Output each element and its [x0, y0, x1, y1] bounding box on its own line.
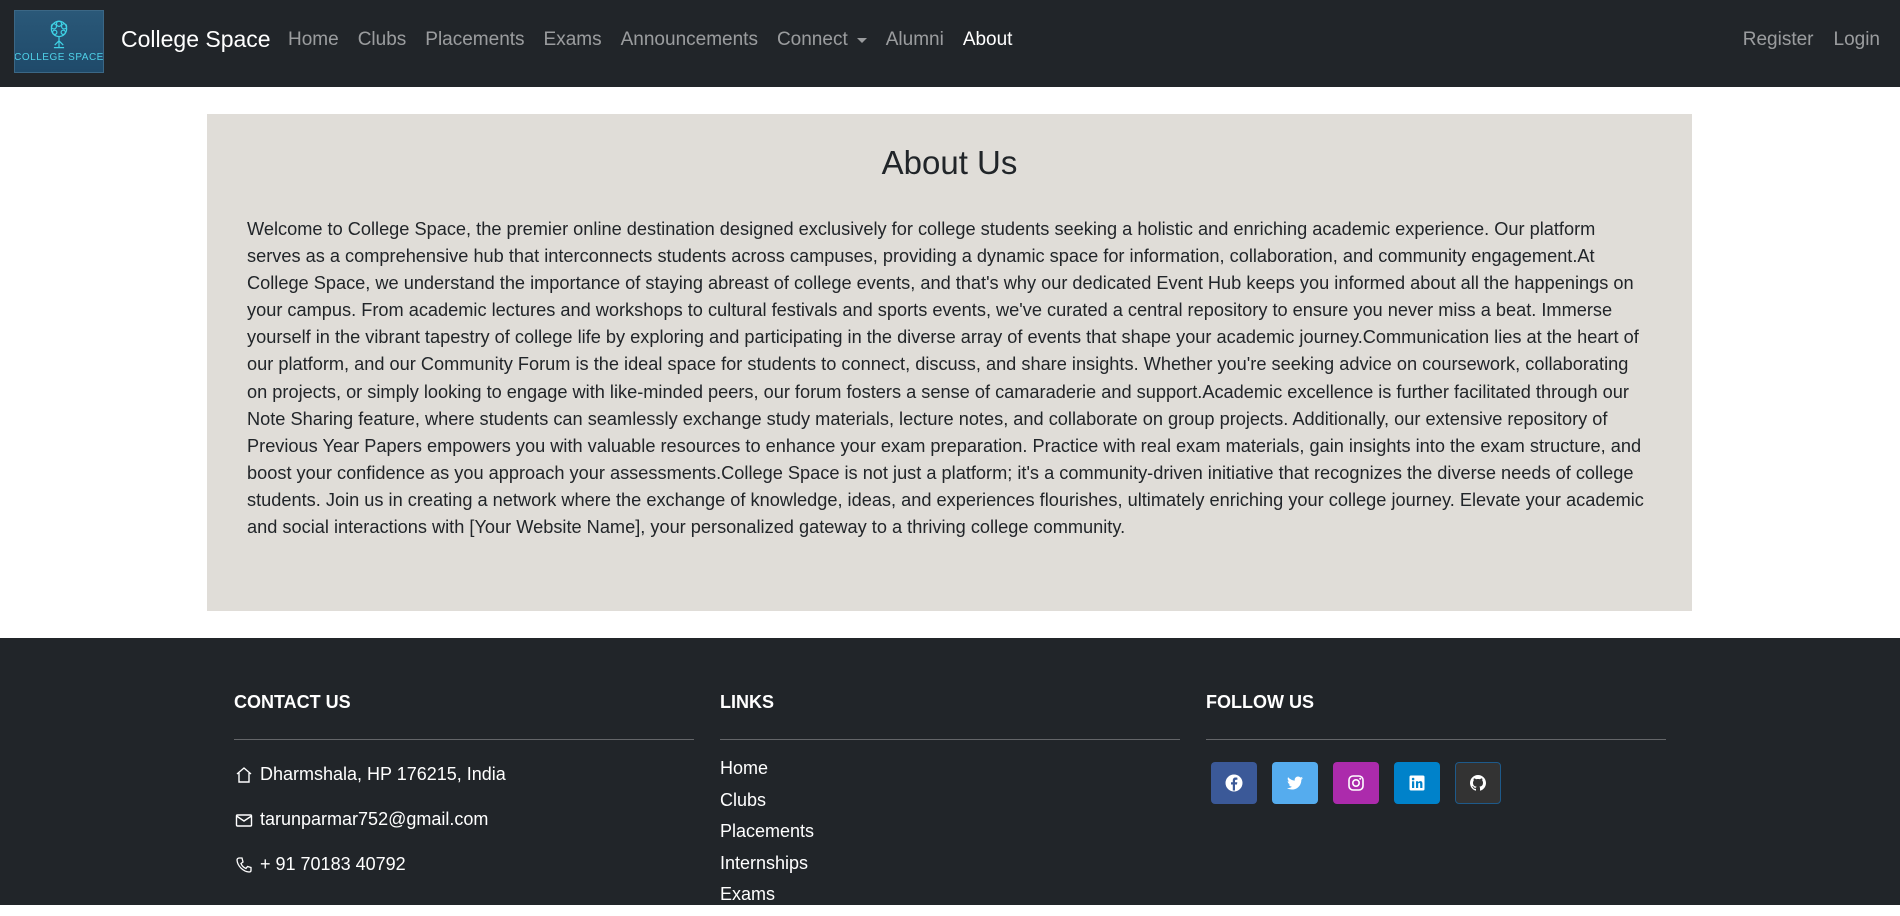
brand-logo[interactable]: COLLEGE SPACE [14, 10, 104, 73]
contact-phone: + 91 70183 40792 [234, 842, 694, 887]
home-icon [236, 766, 252, 783]
login-link[interactable]: Login [1834, 29, 1881, 51]
logo-text: COLLEGE SPACE [14, 51, 104, 63]
linkedin-icon [1409, 775, 1425, 791]
footer-follow-column: FOLLOW US [1206, 692, 1666, 804]
twitter-button[interactable] [1272, 762, 1318, 804]
instagram-button[interactable] [1333, 762, 1379, 804]
nav-announcements[interactable]: Announcements [621, 29, 758, 51]
contact-phone-text: + 91 70183 40792 [260, 854, 406, 874]
envelope-icon [235, 813, 253, 827]
footer-link-home[interactable]: Home [720, 758, 1180, 790]
contact-email: tarunparmar752@gmail.com [234, 797, 694, 842]
instagram-icon [1348, 775, 1364, 791]
contact-heading: CONTACT US [234, 692, 694, 740]
main-nav: Home Clubs Placements Exams Announcement… [288, 29, 1031, 51]
footer-link-placements[interactable]: Placements [720, 821, 1180, 853]
nav-about[interactable]: About [963, 29, 1013, 51]
caret-down-icon [856, 37, 867, 43]
tree-logo-icon [50, 20, 68, 48]
contact-email-text: tarunparmar752@gmail.com [260, 809, 489, 829]
footer-link-clubs[interactable]: Clubs [720, 790, 1180, 822]
github-button[interactable] [1455, 762, 1501, 804]
footer-links-column: LINKS Home Clubs Placements Internships … [720, 692, 1180, 916]
footer: CONTACT US Dharmshala, HP 176215, India … [0, 638, 1900, 905]
top-navbar: COLLEGE SPACE College Space Home Clubs P… [0, 0, 1900, 87]
nav-connect-dropdown[interactable]: Connect [777, 29, 867, 51]
nav-alumni[interactable]: Alumni [886, 29, 944, 51]
links-heading: LINKS [720, 692, 1180, 740]
nav-connect-label: Connect [776, 29, 848, 50]
follow-heading: FOLLOW US [1206, 692, 1666, 740]
footer-link-internships[interactable]: Internships [720, 853, 1180, 885]
register-link[interactable]: Register [1743, 29, 1814, 51]
about-description: Welcome to College Space, the premier on… [247, 219, 1644, 538]
phone-icon [236, 856, 252, 873]
contact-address: Dharmshala, HP 176215, India [234, 752, 694, 797]
footer-contact-column: CONTACT US Dharmshala, HP 176215, India … [234, 692, 694, 887]
page-title: About Us [881, 144, 1018, 181]
auth-nav: Register Login [1723, 29, 1880, 51]
nav-clubs[interactable]: Clubs [358, 29, 407, 51]
facebook-icon [1225, 774, 1243, 792]
about-section: About Us Welcome to College Space, the p… [207, 114, 1692, 611]
linkedin-button[interactable] [1394, 762, 1440, 804]
nav-home[interactable]: Home [288, 29, 339, 51]
brand-name[interactable]: College Space [121, 26, 271, 53]
footer-link-exams[interactable]: Exams [720, 884, 1180, 916]
github-icon [1470, 775, 1486, 791]
nav-placements[interactable]: Placements [425, 29, 524, 51]
twitter-icon [1287, 776, 1303, 790]
nav-exams[interactable]: Exams [544, 29, 602, 51]
facebook-button[interactable] [1211, 762, 1257, 804]
contact-address-text: Dharmshala, HP 176215, India [260, 764, 506, 784]
